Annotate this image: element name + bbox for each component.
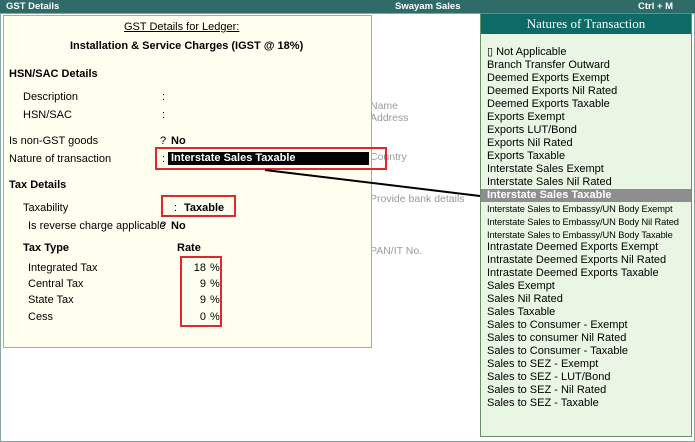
list-item[interactable]: Sales to consumer Nil Rated <box>487 332 626 344</box>
list-item[interactable]: Sales Exempt <box>487 280 555 292</box>
list-item[interactable]: Intrastate Deemed Exports Taxable <box>487 267 659 279</box>
list-item[interactable]: Exports Exempt <box>487 111 565 123</box>
list-item[interactable]: Exports Taxable <box>487 150 565 162</box>
list-item[interactable]: Sales to SEZ - Nil Rated <box>487 384 606 396</box>
list-item[interactable]: Interstate Sales to Embassy/UN Body Taxa… <box>487 229 673 241</box>
list-item[interactable]: Interstate Sales Nil Rated <box>487 176 612 188</box>
list-item[interactable]: Deemed Exports Exempt <box>487 72 609 84</box>
list-item[interactable]: Branch Transfer Outward <box>487 59 610 71</box>
list-item[interactable]: Interstate Sales to Embassy/UN Body Nil … <box>487 216 679 228</box>
list-item[interactable]: Sales to Consumer - Taxable <box>487 345 628 357</box>
dropdown-title: Natures of Transaction <box>481 14 691 34</box>
list-item[interactable]: Deemed Exports Taxable <box>487 98 610 110</box>
list-item[interactable]: Sales Taxable <box>487 306 555 318</box>
selected-list-item[interactable]: Interstate Sales Taxable <box>481 189 691 202</box>
list-item[interactable]: ▯ Not Applicable <box>487 46 566 58</box>
list-item[interactable]: Intrastate Deemed Exports Exempt <box>487 241 658 253</box>
natures-of-transaction-list[interactable]: Natures of Transaction ▯ Not Applicable B… <box>480 13 692 437</box>
list-item[interactable]: Sales to Consumer - Exempt <box>487 319 628 331</box>
list-item[interactable]: Intrastate Deemed Exports Nil Rated <box>487 254 666 266</box>
list-item[interactable]: Exports LUT/Bond <box>487 124 577 136</box>
list-item[interactable]: Exports Nil Rated <box>487 137 573 149</box>
list-item[interactable]: Sales Nil Rated <box>487 293 563 305</box>
list-item[interactable]: Sales to SEZ - LUT/Bond <box>487 371 611 383</box>
list-item[interactable]: Sales to SEZ - Taxable <box>487 397 599 409</box>
list-item[interactable]: Deemed Exports Nil Rated <box>487 85 617 97</box>
list-item[interactable]: Interstate Sales Exempt <box>487 163 604 175</box>
list-item[interactable]: Sales to SEZ - Exempt <box>487 358 598 370</box>
list-item[interactable]: Interstate Sales to Embassy/UN Body Exem… <box>487 203 673 215</box>
